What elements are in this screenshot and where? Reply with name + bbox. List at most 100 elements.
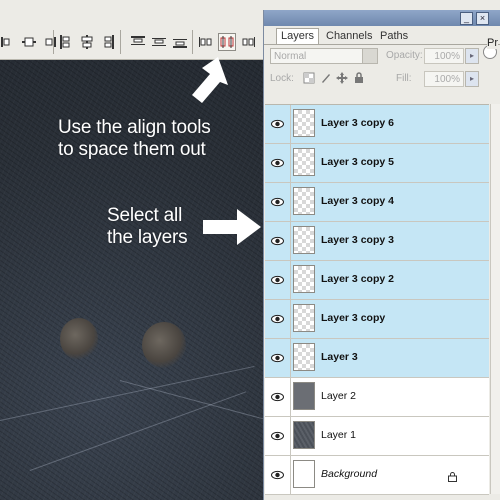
eye-visibility-icon[interactable]	[265, 222, 291, 260]
blend-mode-select[interactable]: Normal	[270, 48, 378, 64]
select-note-line-1: Select all	[107, 205, 183, 226]
layer-name[interactable]: Layer 3 copy 6	[321, 117, 394, 129]
align-group-1	[0, 33, 58, 51]
lock-label: Lock:	[270, 73, 294, 84]
eye-visibility-icon[interactable]	[265, 417, 291, 455]
chevron-down-icon	[362, 49, 377, 63]
palette-title-bar[interactable]: _ ×	[264, 10, 500, 26]
layer-name[interactable]: Layer 1	[321, 429, 356, 441]
palette-tabs: Layers Channels Paths	[264, 26, 500, 59]
layer-row[interactable]: Layer 1	[265, 417, 489, 456]
canvas-scratch	[119, 380, 266, 420]
eye-visibility-icon[interactable]	[265, 456, 291, 494]
fill-label: Fill:	[396, 73, 412, 84]
layer-name[interactable]: Layer 2	[321, 390, 356, 402]
layer-name[interactable]: Layer 3 copy	[321, 312, 385, 324]
toolbar-separator	[53, 30, 54, 54]
distribute-top-icon[interactable]	[58, 34, 74, 50]
align-horizontal-centers-icon[interactable]	[21, 34, 37, 50]
layer-row[interactable]: Layer 3	[265, 339, 489, 378]
eye-visibility-icon[interactable]	[265, 339, 291, 377]
align-right-edges-icon[interactable]	[42, 34, 58, 50]
eye-visibility-icon[interactable]	[265, 105, 291, 143]
align-note-line-2: to space them out	[58, 139, 206, 160]
align-tools-note: Use the align tools to space them out	[58, 117, 211, 161]
minimize-icon[interactable]: _	[460, 12, 473, 25]
layer-row[interactable]: Layer 2	[265, 378, 489, 417]
fill-field[interactable]: 100%	[424, 71, 464, 87]
close-icon[interactable]: ×	[476, 12, 489, 25]
opacity-slider-button[interactable]: ▸	[465, 48, 479, 64]
layer-name[interactable]: Background	[321, 468, 377, 480]
layer-thumbnail[interactable]	[293, 382, 315, 410]
layer-thumbnail[interactable]	[293, 148, 315, 176]
align-group-2	[130, 33, 188, 51]
distribute-horizontal-centers-icon[interactable]	[218, 33, 236, 51]
layer-thumbnail[interactable]	[293, 304, 315, 332]
layer-name[interactable]: Layer 3	[321, 351, 358, 363]
layer-thumbnail[interactable]	[293, 421, 315, 449]
arrow-up-icon	[192, 57, 228, 103]
layer-list: Layer 3 copy 6 Layer 3 copy 5 Layer 3 copy…	[265, 104, 489, 495]
fill-slider-button[interactable]: ▸	[465, 71, 479, 87]
layer-row[interactable]: Layer 3 copy 4	[265, 183, 489, 222]
canvas-footprint	[142, 322, 186, 368]
lock-image-pixels-icon[interactable]	[320, 72, 332, 84]
distribute-right-icon[interactable]	[240, 34, 256, 50]
distribute-bottom-icon[interactable]	[100, 34, 116, 50]
layer-name[interactable]: Layer 3 copy 4	[321, 195, 394, 207]
align-note-line-1: Use the align tools	[58, 117, 211, 138]
layer-thumbnail[interactable]	[293, 109, 315, 137]
lock-position-icon[interactable]	[336, 72, 348, 84]
toolbar-separator	[192, 30, 193, 54]
canvas-scratch	[0, 365, 255, 421]
lock-all-icon[interactable]	[353, 72, 365, 84]
eye-visibility-icon[interactable]	[265, 144, 291, 182]
eye-visibility-icon[interactable]	[265, 300, 291, 338]
layers-palette: _ × Layers Channels Paths Normal Opacity…	[263, 10, 500, 500]
layer-row[interactable]: Layer 3 copy 6	[265, 105, 489, 144]
distribute-group-2	[198, 33, 256, 51]
eye-visibility-icon[interactable]	[265, 261, 291, 299]
select-note-line-2: the layers	[107, 227, 188, 248]
toolbar-separator	[120, 30, 121, 54]
layer-row[interactable]: Background	[265, 456, 489, 495]
canvas-scratch	[29, 391, 247, 471]
align-bottom-icon[interactable]	[172, 34, 188, 50]
layer-thumbnail[interactable]	[293, 187, 315, 215]
distribute-left-icon[interactable]	[198, 34, 214, 50]
layer-row[interactable]: Layer 3 copy	[265, 300, 489, 339]
blend-mode-value: Normal	[274, 51, 307, 62]
layer-list-scrollbar[interactable]	[490, 104, 500, 494]
blend-mode-row: Normal Opacity: 100% ▸	[270, 48, 495, 66]
layer-row[interactable]: Layer 3 copy 2	[265, 261, 489, 300]
lock-icon	[448, 469, 457, 482]
layer-name[interactable]: Layer 3 copy 2	[321, 273, 394, 285]
adjacent-panel-label: Pr	[487, 37, 498, 49]
align-vertical-center-icon[interactable]	[151, 34, 167, 50]
layer-row[interactable]: Layer 3 copy 3	[265, 222, 489, 261]
distribute-vertical-centers-icon[interactable]	[79, 34, 95, 50]
opacity-field[interactable]: 100%	[424, 48, 464, 64]
eye-visibility-icon[interactable]	[265, 183, 291, 221]
tab-paths[interactable]: Paths	[376, 29, 412, 44]
lock-row: Lock: Fill: 100% ▸	[270, 71, 495, 89]
layer-thumbnail[interactable]	[293, 343, 315, 371]
layer-row[interactable]: Layer 3 copy 5	[265, 144, 489, 183]
eye-visibility-icon[interactable]	[265, 378, 291, 416]
layer-thumbnail[interactable]	[293, 265, 315, 293]
canvas-footprint	[60, 318, 98, 360]
select-layers-note: Select all the layers	[107, 205, 188, 249]
layer-thumbnail[interactable]	[293, 460, 315, 488]
distribute-group-1	[58, 33, 116, 51]
layer-thumbnail[interactable]	[293, 226, 315, 254]
layer-name[interactable]: Layer 3 copy 3	[321, 234, 394, 246]
align-top-icon[interactable]	[130, 34, 146, 50]
layer-name[interactable]: Layer 3 copy 5	[321, 156, 394, 168]
arrow-right-icon	[203, 209, 261, 245]
align-left-edges-icon[interactable]	[0, 34, 16, 50]
tab-channels[interactable]: Channels	[322, 29, 376, 44]
lock-transparent-pixels-icon[interactable]	[303, 72, 315, 84]
opacity-label: Opacity:	[386, 50, 423, 61]
tab-layers[interactable]: Layers	[276, 28, 320, 44]
